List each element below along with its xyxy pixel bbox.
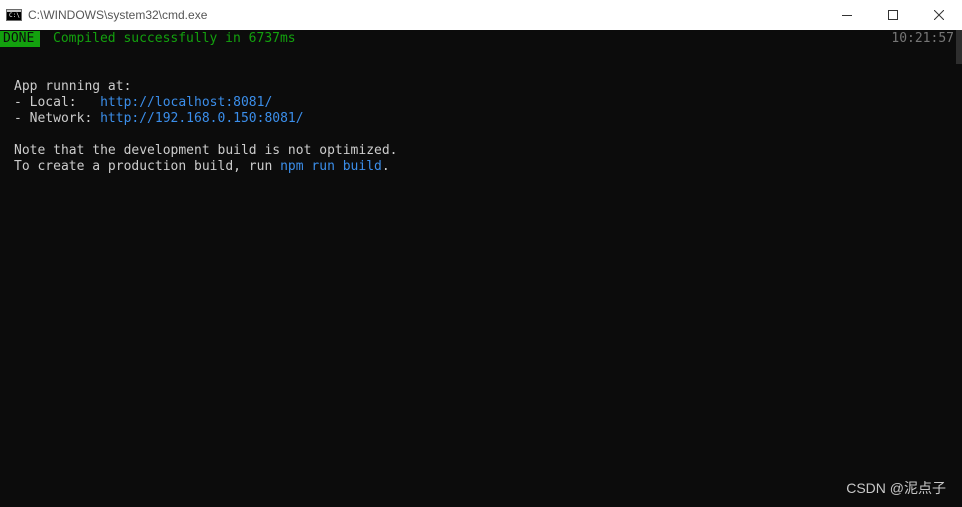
timestamp: 10:21:57 (891, 31, 954, 46)
scrollbar-track[interactable] (956, 30, 962, 507)
close-button[interactable] (916, 0, 962, 30)
network-line: - Network: http://192.168.0.150:8081/ (14, 111, 304, 127)
production-suffix: . (381, 159, 390, 174)
minimize-icon (842, 15, 852, 16)
local-line: - Local: http://localhost:8081/ (14, 95, 272, 111)
production-prefix: To create a production build, run (14, 159, 281, 174)
scrollbar-thumb[interactable] (956, 30, 962, 64)
compiled-message: Compiled successfully in 6737ms (53, 31, 296, 46)
cmd-icon-glyph: C:\ (9, 12, 20, 19)
network-label: - Network: (14, 111, 101, 126)
app-running-header: App running at: (14, 79, 132, 94)
title-bar[interactable]: C:\ C:\WINDOWS\system32\cmd.exe (0, 0, 962, 30)
console-output[interactable]: DONE Compiled successfully in 6737ms 10:… (0, 30, 962, 507)
csdn-watermark: CSDN @泥点子 (846, 480, 946, 496)
window-title: C:\WINDOWS\system32\cmd.exe (28, 8, 208, 22)
maximize-button[interactable] (870, 0, 916, 30)
window-controls (824, 0, 962, 30)
cmd-console-icon[interactable]: C:\ (6, 9, 22, 21)
note-line: Note that the development build is not o… (14, 143, 398, 158)
production-line: To create a production build, run npm ru… (14, 159, 390, 175)
cmd-window: C:\ C:\WINDOWS\system32\cmd.exe DONE Com… (0, 0, 962, 507)
npm-build-command: npm run build (280, 159, 382, 174)
maximize-icon (888, 10, 898, 20)
network-url-link[interactable]: http://192.168.0.150:8081/ (100, 111, 304, 126)
close-icon (934, 10, 944, 20)
minimize-button[interactable] (824, 0, 870, 30)
local-url-link[interactable]: http://localhost:8081/ (100, 95, 272, 110)
local-label: - Local: (14, 95, 101, 110)
status-badge: DONE (0, 31, 41, 47)
